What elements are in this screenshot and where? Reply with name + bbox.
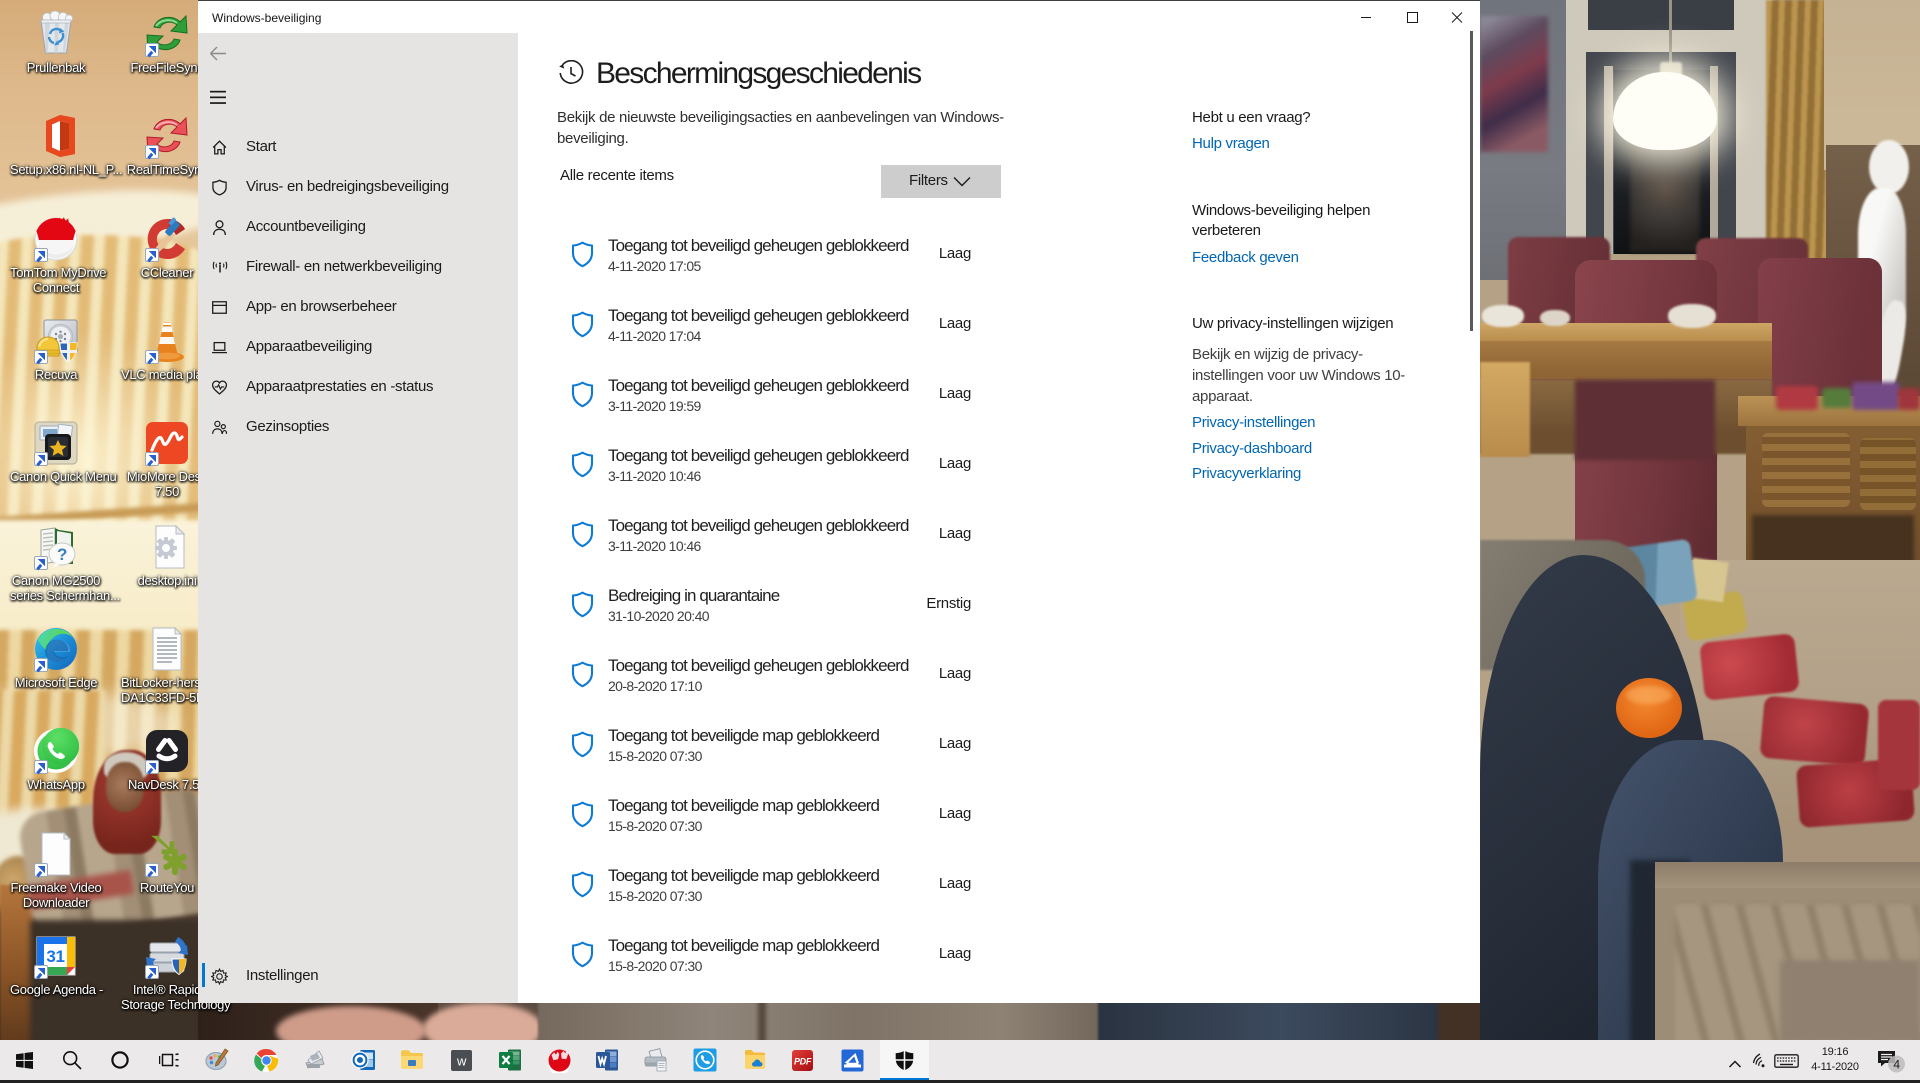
svg-text:4: 4 [1893, 1058, 1900, 1072]
svg-text:PDF: PDF [793, 1056, 811, 1066]
svg-text:w: w [455, 1053, 466, 1068]
svg-text:31: 31 [46, 947, 64, 966]
svg-text:?: ? [57, 545, 67, 564]
